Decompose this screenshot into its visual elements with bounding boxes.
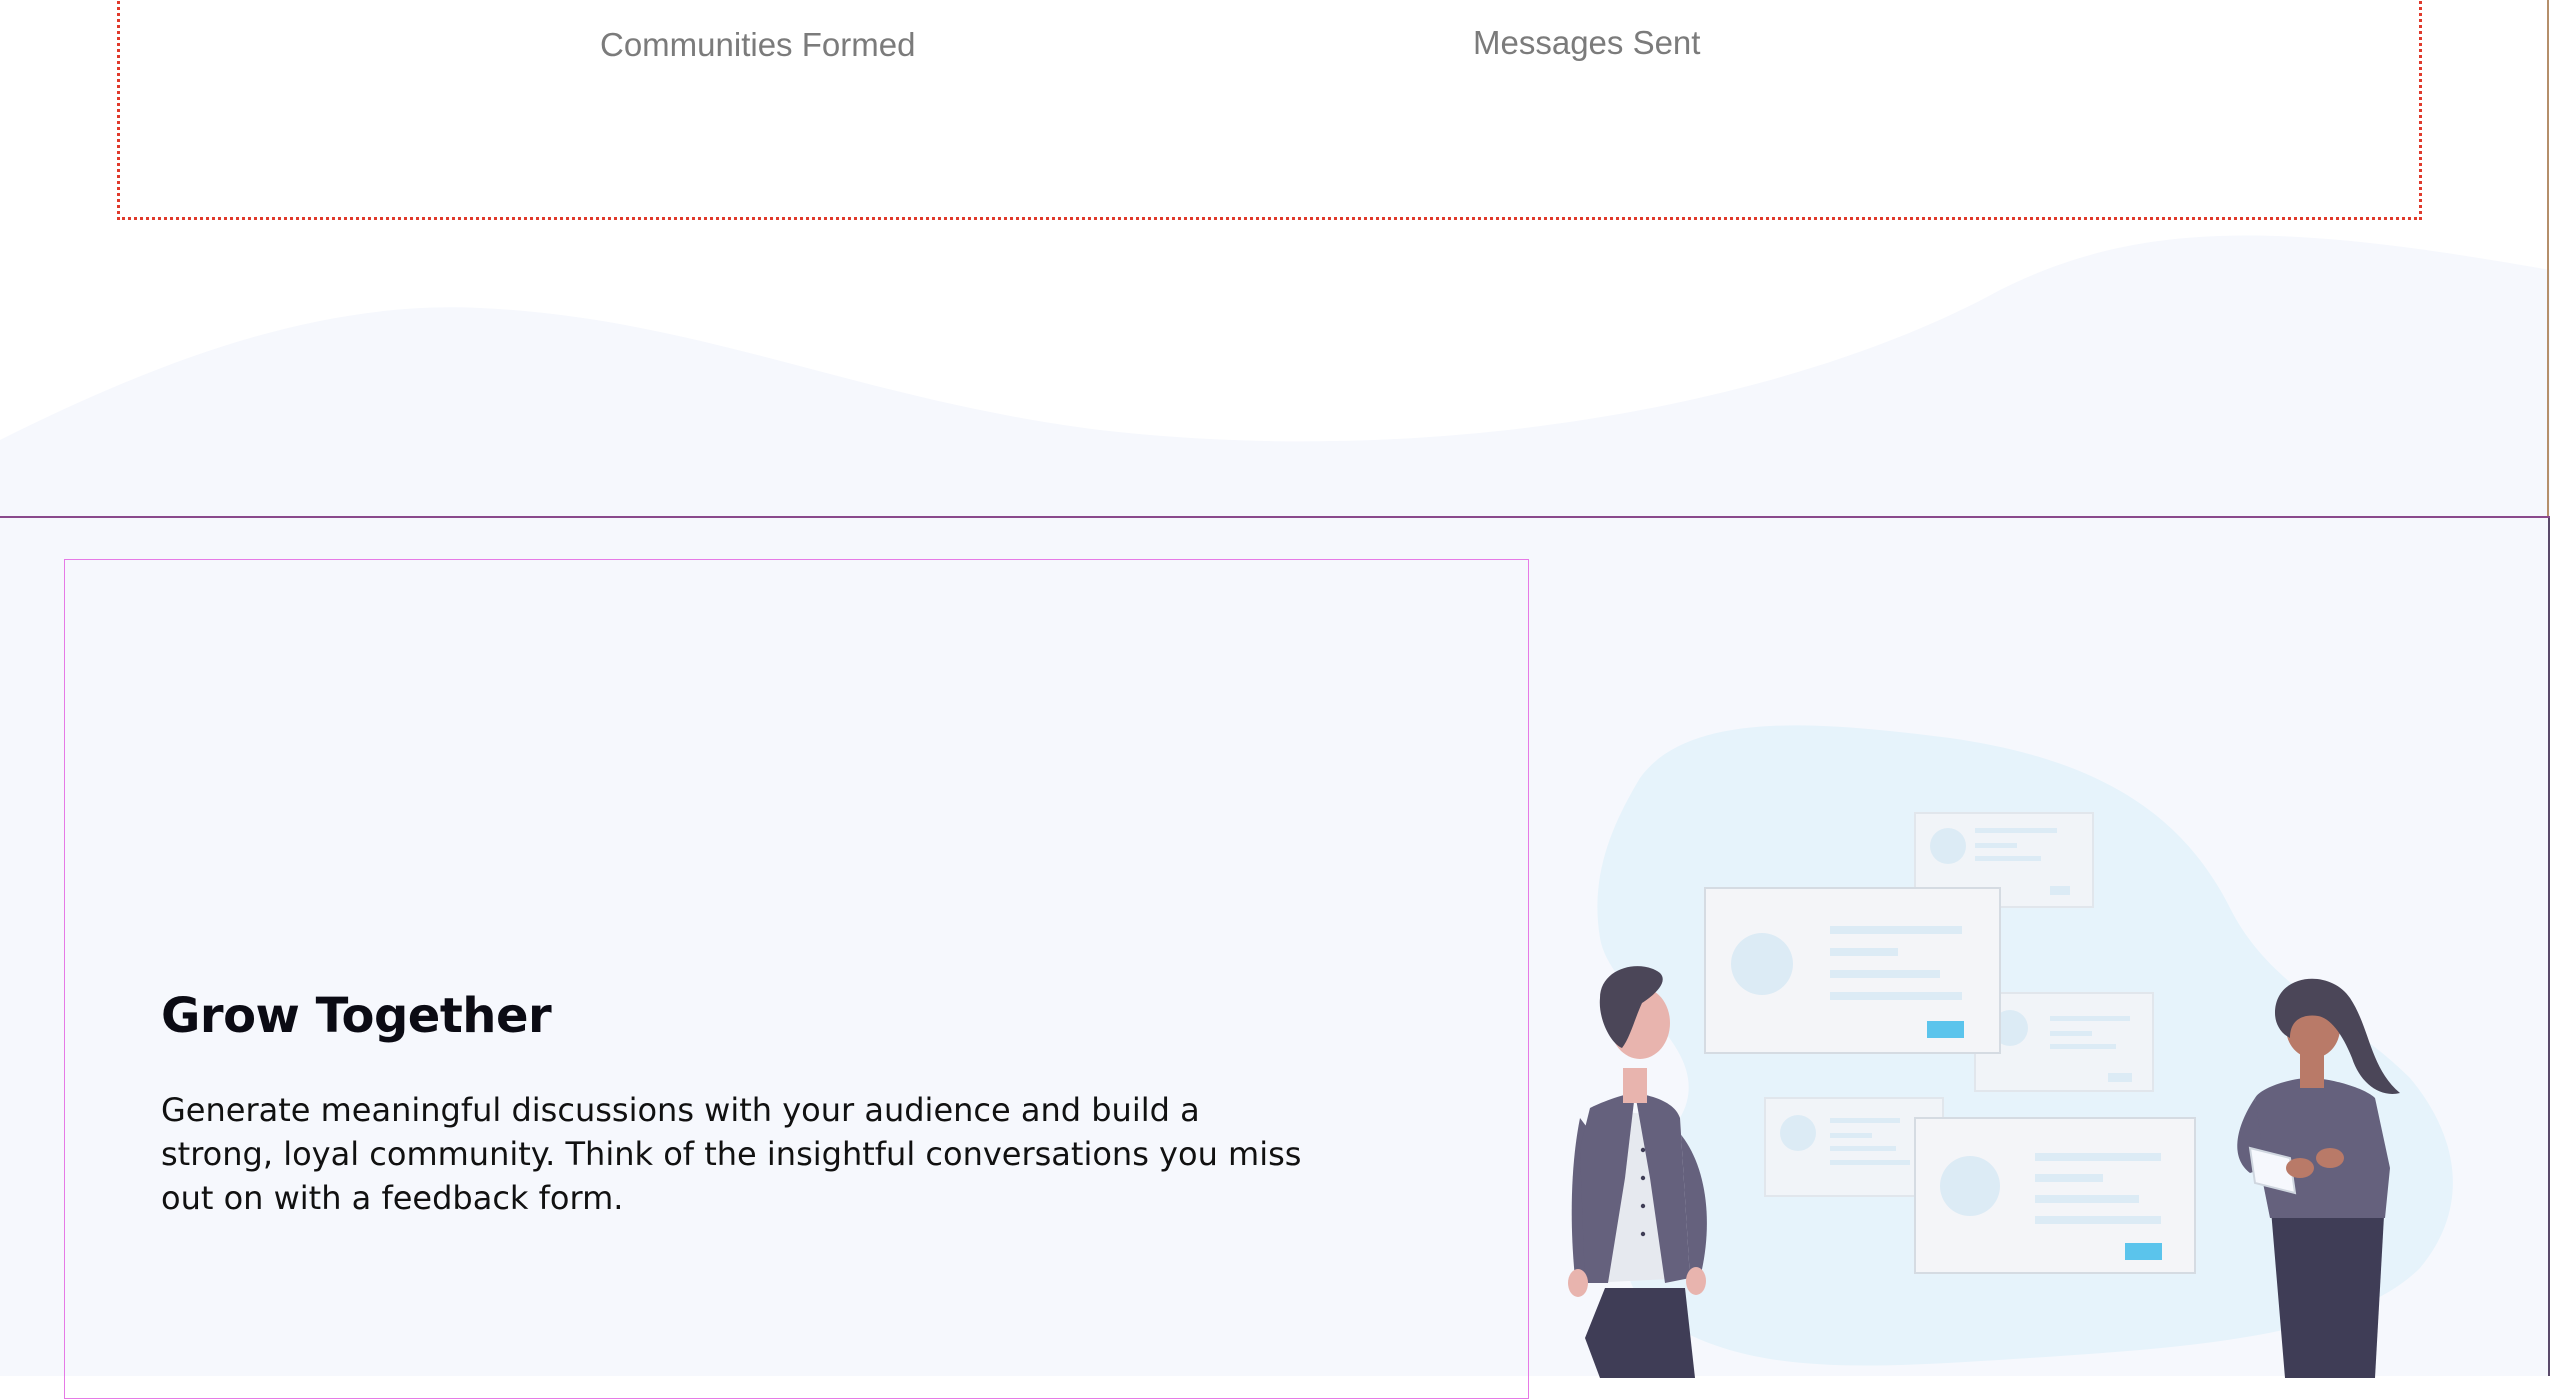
feature-section: Grow Together Generate meaningful discus… bbox=[0, 516, 2550, 1399]
conversation-card-front-1 bbox=[1704, 887, 2001, 1054]
people-with-conversation-cards-illustration bbox=[1568, 725, 2453, 1378]
stats-section: Communities Formed Messages Sent bbox=[0, 0, 2550, 518]
stats-box: Communities Formed Messages Sent bbox=[117, 0, 2422, 220]
stat-label-messages-sent: Messages Sent bbox=[1473, 24, 1701, 61]
page: Communities Formed Messages Sent Grow To… bbox=[0, 0, 2550, 1399]
feature-description: Generate meaningful discussions with you… bbox=[161, 1091, 1302, 1217]
conversation-card-back-2 bbox=[1974, 992, 2154, 1092]
right-edge-line bbox=[2547, 0, 2549, 518]
stat-label-communities-formed: Communities Formed bbox=[600, 26, 916, 63]
conversation-card-front-2 bbox=[1914, 1117, 2196, 1274]
feature-text-column bbox=[64, 559, 1529, 1399]
feature-title: Grow Together bbox=[161, 988, 552, 1044]
